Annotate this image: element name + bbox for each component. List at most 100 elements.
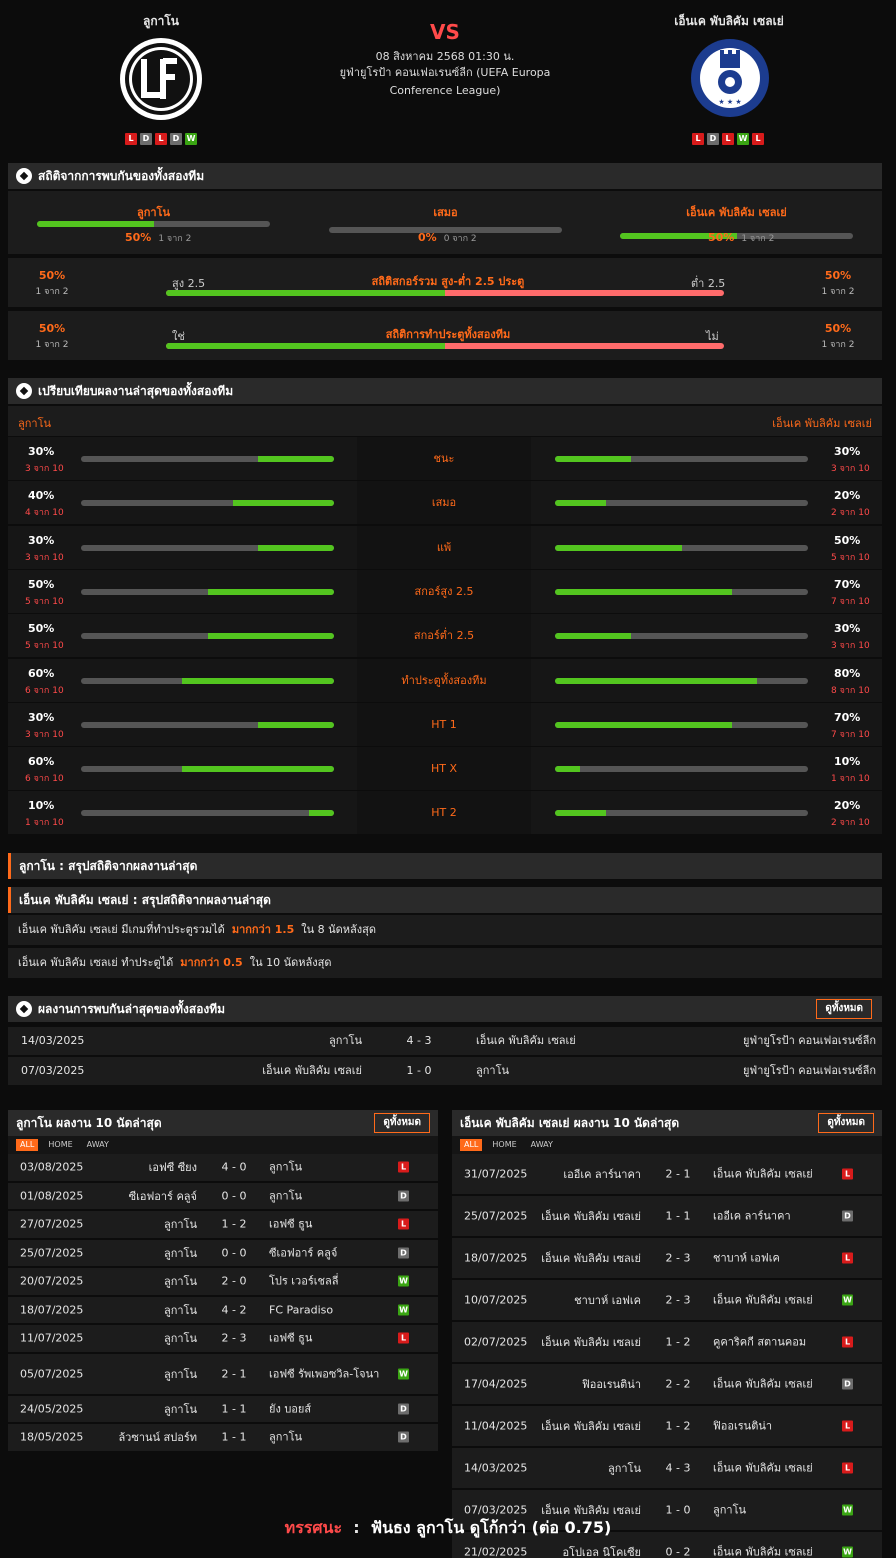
- home-team-name[interactable]: ลูกาโน: [61, 12, 261, 31]
- match-date: 25/07/2025: [20, 1246, 84, 1260]
- home-pct: 50%: [28, 577, 55, 591]
- away-bar: [555, 633, 808, 640]
- tab-away[interactable]: AWAY: [83, 1139, 113, 1151]
- comparison-teams: ลูกาโน เอ็นเค พับลิคัม เซลเย่: [8, 406, 882, 436]
- form-row[interactable]: 02/07/2025 เอ็นเค พับลิคัม เซลเย่ 1 - 2 คูค…: [452, 1322, 882, 1364]
- away-bar: [555, 544, 808, 551]
- home-team: ลูกาโน: [163, 1367, 197, 1381]
- home-bar: [81, 677, 334, 684]
- tab-home[interactable]: HOME: [488, 1139, 520, 1151]
- h2h-stats-title: สถิติจากการพบกันของทั้งสองทีม: [38, 168, 205, 183]
- form-row[interactable]: 24/05/2025 ลูกาโน 1 - 1 ยัง บอยส์ D: [8, 1395, 438, 1424]
- away-count: 3 จาก 10: [831, 641, 870, 652]
- tab-home[interactable]: HOME: [44, 1139, 76, 1151]
- comparison-home-cell: 50% 5 จาก 10: [8, 569, 357, 613]
- comparison-home-team[interactable]: ลูกาโน: [18, 414, 51, 432]
- home-bar: [81, 588, 334, 595]
- view-all-button[interactable]: ดูทั้งหมด: [374, 1113, 430, 1133]
- home-pct: 60%: [28, 755, 55, 769]
- form-row[interactable]: 31/07/2025 เออีเค ลาร์นาคา 2 - 1 เอ็นเค พับ…: [452, 1154, 882, 1196]
- form-row[interactable]: 14/03/2025 ลูกาโน 4 - 3 เอ็นเค พับลิคัม เซล…: [452, 1448, 882, 1490]
- home-team: ชาบาห์ เอฟเค: [574, 1294, 641, 1307]
- home-team: ล้วซานน์ สปอร์ท: [118, 1431, 197, 1445]
- form-row[interactable]: 10/07/2025 ชาบาห์ เอฟเค 2 - 3 เอ็นเค พับลิค…: [452, 1280, 882, 1322]
- competition: ยูฟ่ายูโรป้า คอนเฟอเรนซ์ลีก: [742, 1034, 876, 1047]
- comparison-title: เปรียบเทียบผลงานล่าสุดของทั้งสองทีม: [38, 383, 234, 398]
- result-badge: W: [398, 1304, 409, 1316]
- comparison-label: ทำประตูทั้งสองทีม: [357, 658, 531, 702]
- away-pct: 30%: [834, 445, 861, 458]
- form-row[interactable]: 18/05/2025 ล้วซานน์ สปอร์ท 1 - 1 ลูกาโน D: [8, 1424, 438, 1453]
- h2h-result-row[interactable]: 07/03/2025 เอ็นเค พับลิคัม เซลเย่ 1 - 0 ลูก…: [8, 1057, 882, 1085]
- form-badge: L: [752, 133, 764, 145]
- result-badge: D: [398, 1247, 409, 1259]
- home-count: 1 จาก 10: [25, 818, 64, 829]
- match-score: 2 - 1: [221, 1367, 247, 1380]
- home-form-table: ลูกาโน ผลงาน 10 นัดล่าสุด ดูทั้งหมด ALL …: [8, 1110, 438, 1453]
- btts-title: สถิติการทำประตูทั้งสองทีม: [385, 328, 511, 341]
- over-under-panel: 50% 1 จาก 2 สูง 2.5 สถิติสกอร์รวม สูง-ต่ำ…: [8, 258, 882, 307]
- form-row[interactable]: 03/08/2025 เอฟซี ซียง 4 - 0 ลูกาโน L: [8, 1154, 438, 1183]
- form-row[interactable]: 27/07/2025 ลูกาโน 1 - 2 เอฟซี ธูน L: [8, 1211, 438, 1240]
- match-date: 27/07/2025: [20, 1217, 84, 1231]
- tab-away[interactable]: AWAY: [527, 1139, 557, 1151]
- form-row[interactable]: 05/07/2025 ลูกาโน 2 - 1 เอฟซี รัพเพอซวิล-โจ…: [8, 1353, 438, 1396]
- home-team-logo[interactable]: [119, 37, 203, 121]
- form-badge: L: [722, 133, 734, 145]
- match-date: 20/07/2025: [20, 1274, 84, 1288]
- away-count: 1 จาก 10: [831, 774, 870, 785]
- comparison-label: HT X: [357, 747, 531, 791]
- home-team: ฟิออเรนติน่า: [581, 1378, 641, 1391]
- h2h-home-stat: 50% 1 จาก 2: [125, 231, 192, 244]
- h2h-results-title: ผลงานการพบกันล่าสุดของทั้งสองทีม: [38, 1001, 226, 1016]
- away-team: เอ็นเค พับลิคัม เซลเย่: [713, 1167, 813, 1181]
- tab-all[interactable]: ALL: [460, 1139, 483, 1151]
- away-team: ยัง บอยส์: [269, 1402, 312, 1416]
- result-badge: D: [398, 1431, 409, 1443]
- away-bar: [555, 588, 808, 595]
- home-count: 5 จาก 10: [25, 596, 64, 607]
- away-team-name[interactable]: เอ็นเค พับลิคัม เซลเย่: [629, 12, 829, 31]
- btts-left-count: 1 จาก 2: [35, 340, 69, 350]
- match-score: 2 - 1: [665, 1167, 691, 1181]
- comparison-away-cell: 20% 2 จาก 10: [531, 791, 882, 835]
- away-count: 8 จาก 10: [831, 685, 870, 696]
- away-team: ลูกาโน: [476, 1064, 510, 1077]
- home-pct: 50%: [28, 622, 55, 636]
- match-score: 4 - 0: [221, 1160, 247, 1174]
- form-badge: L: [125, 133, 137, 145]
- form-row[interactable]: 25/07/2025 ลูกาโน 0 - 0 ซีเอฟอาร์ คลูจ์ D: [8, 1239, 438, 1268]
- h2h-draw-label: เสมอ: [433, 206, 458, 219]
- tab-all[interactable]: ALL: [16, 1139, 39, 1151]
- away-form: LDLWL: [628, 133, 828, 145]
- form-row[interactable]: 18/07/2025 ลูกาโน 4 - 2 FC Paradiso W: [8, 1296, 438, 1325]
- comparison-row: 30% 3 จาก 10 ชนะ 30% 3 จาก 10: [8, 437, 882, 481]
- h2h-result-row[interactable]: 14/03/2025 ลูกาโน 4 - 3 เอ็นเค พับลิคัม เซล…: [8, 1027, 882, 1055]
- form-row[interactable]: 18/07/2025 เอ็นเค พับลิคัม เซลเย่ 2 - 3 ชาบ…: [452, 1238, 882, 1280]
- match-date: 10/07/2025: [464, 1293, 528, 1307]
- form-row[interactable]: 25/07/2025 เอ็นเค พับลิคัม เซลเย่ 1 - 1 เออ…: [452, 1196, 882, 1238]
- form-row[interactable]: 17/04/2025 ฟิออเรนติน่า 2 - 2 เอ็นเค พับลิค…: [452, 1364, 882, 1406]
- form-row[interactable]: 01/08/2025 ซีเอฟอาร์ คลูจ์ 0 - 0 ลูกาโน D: [8, 1182, 438, 1211]
- home-pct: 30%: [28, 533, 55, 547]
- btts-left-pct: 50%: [38, 322, 66, 335]
- away-team: ลูกาโน: [269, 1189, 303, 1203]
- view-all-button[interactable]: ดูทั้งหมด: [818, 1113, 874, 1133]
- view-all-button[interactable]: ดูทั้งหมด: [816, 999, 872, 1019]
- comparison-away-team[interactable]: เอ็นเค พับลิคัม เซลเย่: [772, 414, 872, 432]
- home-team: ลูกาโน: [163, 1332, 197, 1346]
- away-bar: [555, 766, 808, 773]
- away-team-logo[interactable]: ★ ★ ★: [690, 38, 770, 118]
- form-row[interactable]: 11/04/2025 เอ็นเค พับลิคัม เซลเย่ 1 - 2 ฟิอ…: [452, 1406, 882, 1448]
- home-team: ลูกาโน: [163, 1218, 197, 1232]
- away-team: FC Paradiso: [269, 1303, 334, 1317]
- form-row[interactable]: 20/07/2025 ลูกาโน 2 - 0 โปร เวอร์เชลลี่ W: [8, 1268, 438, 1297]
- form-row[interactable]: 11/07/2025 ลูกาโน 2 - 3 เอฟซี ธูน L: [8, 1325, 438, 1354]
- away-team: เอ็นเค พับลิคัม เซลเย่: [713, 1293, 813, 1307]
- match-score: 1 - 0: [406, 1064, 432, 1077]
- summary-line-highlight: มากกว่า 0.5: [180, 956, 243, 969]
- home-team: เอฟซี ซียง: [148, 1161, 197, 1175]
- match-date: 24/05/2025: [20, 1402, 84, 1416]
- comparison-header: เปรียบเทียบผลงานล่าสุดของทั้งสองทีม: [8, 378, 882, 404]
- comparison-away-cell: 30% 3 จาก 10: [531, 614, 882, 658]
